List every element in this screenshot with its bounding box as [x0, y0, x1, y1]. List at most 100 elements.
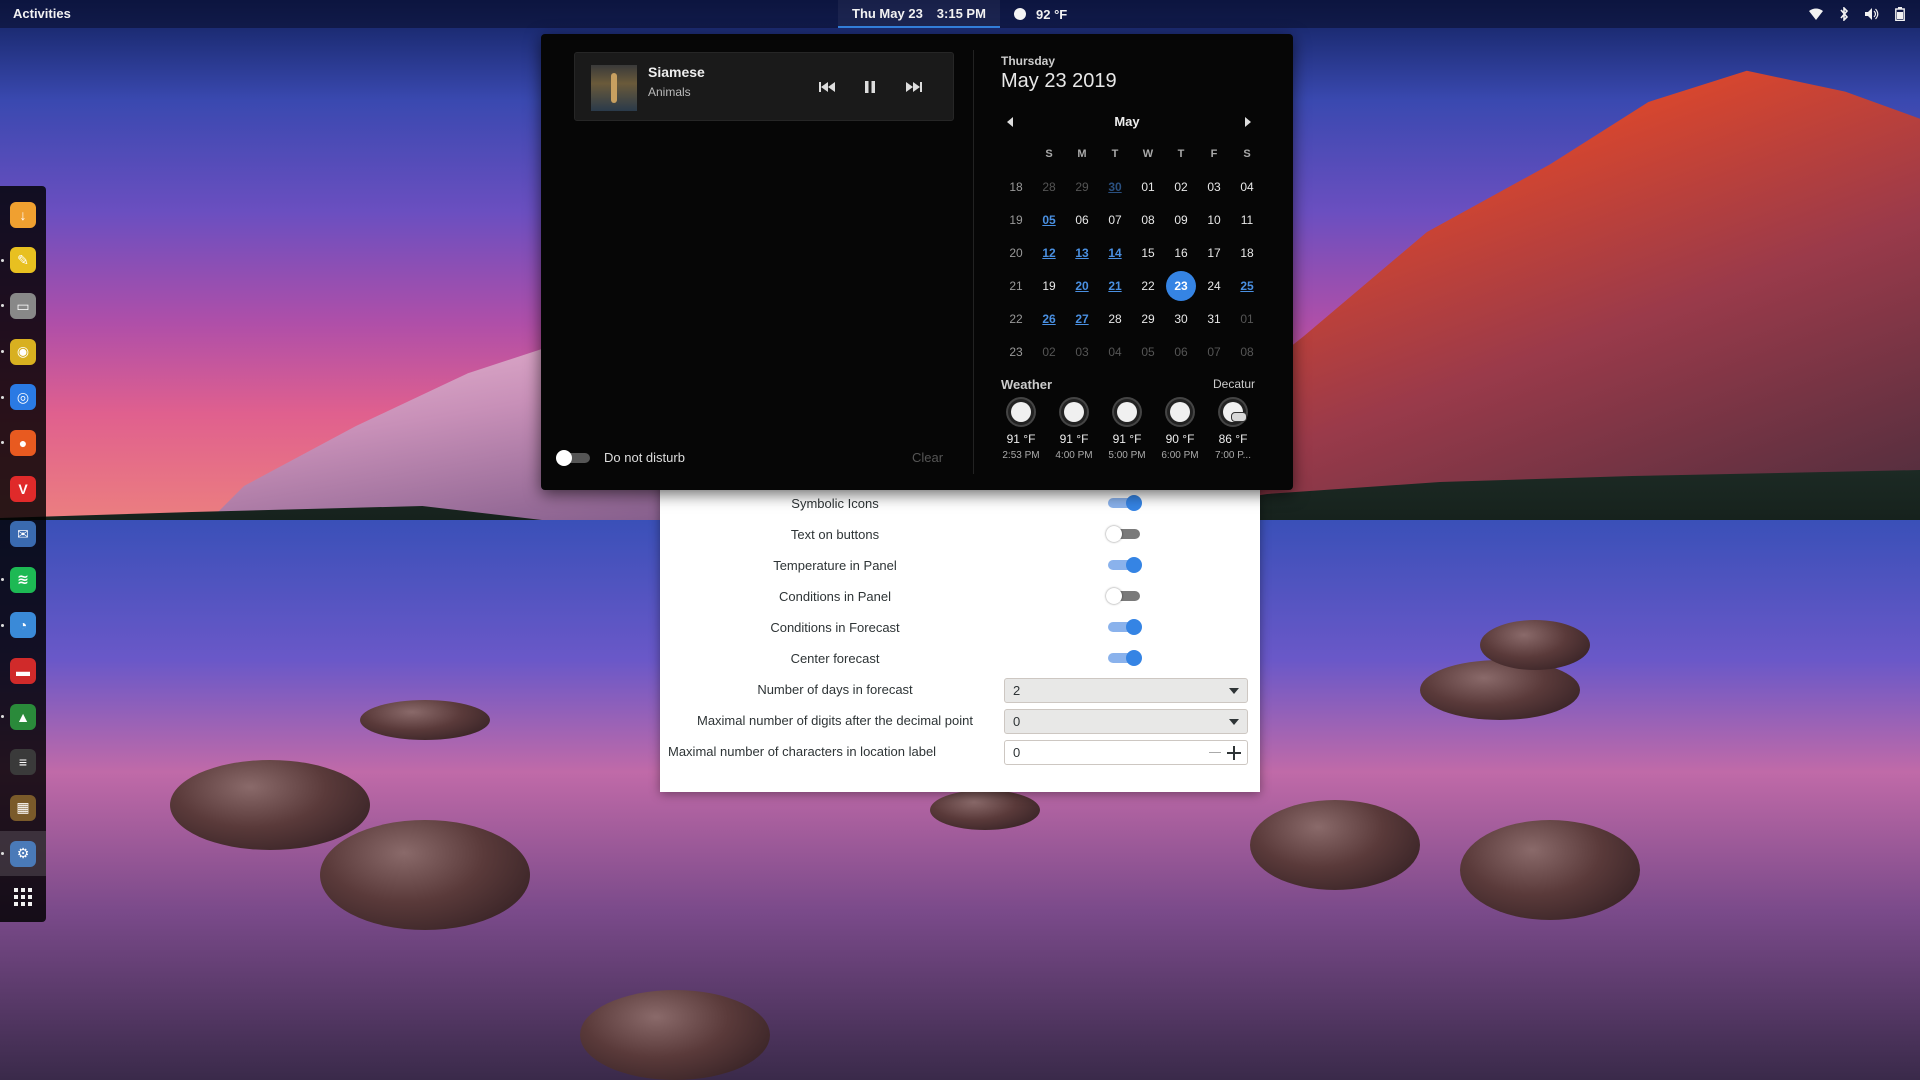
- calendar-day[interactable]: 01: [1232, 304, 1262, 334]
- calendar-day[interactable]: 05: [1034, 205, 1064, 235]
- calendar-day[interactable]: 06: [1067, 205, 1097, 235]
- weather-indicator[interactable]: 92 °F: [1014, 0, 1067, 28]
- dock-item-chrome[interactable]: ◎: [0, 375, 46, 421]
- dock-item-system-monitor[interactable]: ▲: [0, 694, 46, 740]
- calendar-day[interactable]: 18: [1232, 238, 1262, 268]
- calendar-day[interactable]: 28: [1034, 172, 1064, 202]
- clear-sun-icon: [1170, 402, 1190, 422]
- pause-icon[interactable]: [860, 77, 880, 97]
- calendar-day[interactable]: 04: [1232, 172, 1262, 202]
- calendar-day[interactable]: 16: [1166, 238, 1196, 268]
- calendar-day[interactable]: 06: [1166, 337, 1196, 367]
- clock-button[interactable]: Thu May 23 3:15 PM: [838, 0, 1000, 28]
- running-indicator: [1, 258, 4, 262]
- calendar-day[interactable]: 07: [1100, 205, 1130, 235]
- settings-gear-icon: ⚙: [10, 840, 36, 867]
- forecast-item: 86 °F 7:00 P...: [1207, 402, 1259, 461]
- forecast-item: 91 °F 4:00 PM: [1048, 402, 1100, 461]
- dock-item-downloader[interactable]: ↓: [0, 192, 46, 238]
- calendar-day[interactable]: 24: [1199, 271, 1229, 301]
- calendar-day[interactable]: 08: [1232, 337, 1262, 367]
- calendar-day[interactable]: 08: [1133, 205, 1163, 235]
- do-not-disturb[interactable]: Do not disturb: [556, 449, 685, 466]
- calendar-day-today[interactable]: 23: [1166, 271, 1196, 301]
- dock-item-spotify[interactable]: ≋: [0, 557, 46, 603]
- settings-combo-box[interactable]: 2: [1004, 678, 1248, 703]
- dock-item-minecraft[interactable]: ▦: [0, 785, 46, 831]
- battery-icon[interactable]: [1892, 6, 1908, 22]
- calendar-day[interactable]: 30: [1166, 304, 1196, 334]
- calendar-day[interactable]: 12: [1034, 238, 1064, 268]
- settings-combo-box[interactable]: 0: [1004, 709, 1248, 734]
- calendar-day[interactable]: 29: [1067, 172, 1097, 202]
- calendar-day[interactable]: 15: [1133, 238, 1163, 268]
- settings-toggle[interactable]: [1106, 526, 1140, 542]
- dash-dock: ↓ ✎ ▭ ◉ ◎ ● V ✉ ≋ ◔ ▬ ▲ ≡ ▦ ⚙: [0, 186, 46, 922]
- calendar-day[interactable]: 25: [1232, 271, 1262, 301]
- activities-button[interactable]: Activities: [13, 6, 71, 21]
- settings-toggle[interactable]: [1108, 557, 1142, 573]
- calendar-day[interactable]: 20: [1067, 271, 1097, 301]
- calendar-day[interactable]: 05: [1133, 337, 1163, 367]
- show-applications-button[interactable]: [0, 876, 46, 922]
- calendar-day[interactable]: 21: [1100, 271, 1130, 301]
- calendar-day[interactable]: 02: [1166, 172, 1196, 202]
- dock-item-chat[interactable]: ◔: [0, 603, 46, 649]
- calendar-day[interactable]: 30: [1100, 172, 1130, 202]
- calendar-day[interactable]: 04: [1100, 337, 1130, 367]
- calendar-day[interactable]: 19: [1034, 271, 1064, 301]
- next-month-icon[interactable]: [1245, 117, 1251, 127]
- weather-location[interactable]: Decatur: [1213, 377, 1255, 391]
- settings-toggle[interactable]: [1108, 650, 1142, 666]
- do-not-disturb-toggle[interactable]: [556, 449, 590, 466]
- plus-icon[interactable]: [1227, 746, 1241, 760]
- toggle-knob: [556, 449, 572, 466]
- weekday-header: M: [1077, 148, 1087, 160]
- dock-item-files[interactable]: ▭: [0, 283, 46, 329]
- minus-icon[interactable]: [1209, 752, 1221, 753]
- calendar-day[interactable]: 31: [1199, 304, 1229, 334]
- terminal-icon: ≡: [10, 749, 36, 776]
- calendar-day[interactable]: 29: [1133, 304, 1163, 334]
- dock-item-settings[interactable]: ⚙: [0, 830, 46, 877]
- calendar-day[interactable]: 07: [1199, 337, 1229, 367]
- settings-toggle[interactable]: [1108, 619, 1142, 635]
- media-player-notification[interactable]: Siamese Animals: [574, 52, 954, 121]
- settings-row-label: Conditions in Panel: [778, 589, 892, 604]
- calendar-day[interactable]: 27: [1067, 304, 1097, 334]
- calendar-day[interactable]: 28: [1100, 304, 1130, 334]
- settings-row-label: Symbolic Icons: [791, 496, 879, 511]
- dock-item-sticky-notes[interactable]: ✎: [0, 238, 46, 284]
- wallpaper-rock: [1250, 800, 1420, 890]
- calendar-day[interactable]: 26: [1034, 304, 1064, 334]
- dock-item-music-player[interactable]: ◉: [0, 329, 46, 375]
- dock-item-vivaldi[interactable]: V: [0, 466, 46, 512]
- calendar-day[interactable]: 14: [1100, 238, 1130, 268]
- dock-item-media-recorder[interactable]: ▬: [0, 648, 46, 694]
- date-label: Thu May 23: [852, 5, 923, 21]
- dock-item-mail[interactable]: ✉: [0, 511, 46, 557]
- calendar-day[interactable]: 10: [1199, 205, 1229, 235]
- settings-toggle[interactable]: [1108, 495, 1142, 511]
- settings-spin-button[interactable]: 0: [1004, 740, 1248, 765]
- clear-notifications-button[interactable]: Clear: [912, 450, 943, 465]
- calendar-day[interactable]: 09: [1166, 205, 1196, 235]
- dock-item-firefox[interactable]: ●: [0, 420, 46, 466]
- bluetooth-icon[interactable]: [1836, 6, 1852, 22]
- calendar-day[interactable]: 02: [1034, 337, 1064, 367]
- volume-icon[interactable]: [1864, 6, 1880, 22]
- calendar-day[interactable]: 11: [1232, 205, 1262, 235]
- dock-item-terminal[interactable]: ≡: [0, 740, 46, 786]
- settings-toggle[interactable]: [1106, 588, 1140, 604]
- system-tray[interactable]: [1808, 0, 1908, 28]
- previous-track-icon[interactable]: [817, 77, 837, 97]
- next-track-icon[interactable]: [904, 77, 924, 97]
- calendar-day[interactable]: 03: [1067, 337, 1097, 367]
- calendar-day[interactable]: 03: [1199, 172, 1229, 202]
- calendar-full-date[interactable]: May 23 2019: [1001, 70, 1117, 93]
- calendar-day[interactable]: 01: [1133, 172, 1163, 202]
- calendar-day[interactable]: 13: [1067, 238, 1097, 268]
- wifi-icon[interactable]: [1808, 6, 1824, 22]
- calendar-day[interactable]: 17: [1199, 238, 1229, 268]
- calendar-day[interactable]: 22: [1133, 271, 1163, 301]
